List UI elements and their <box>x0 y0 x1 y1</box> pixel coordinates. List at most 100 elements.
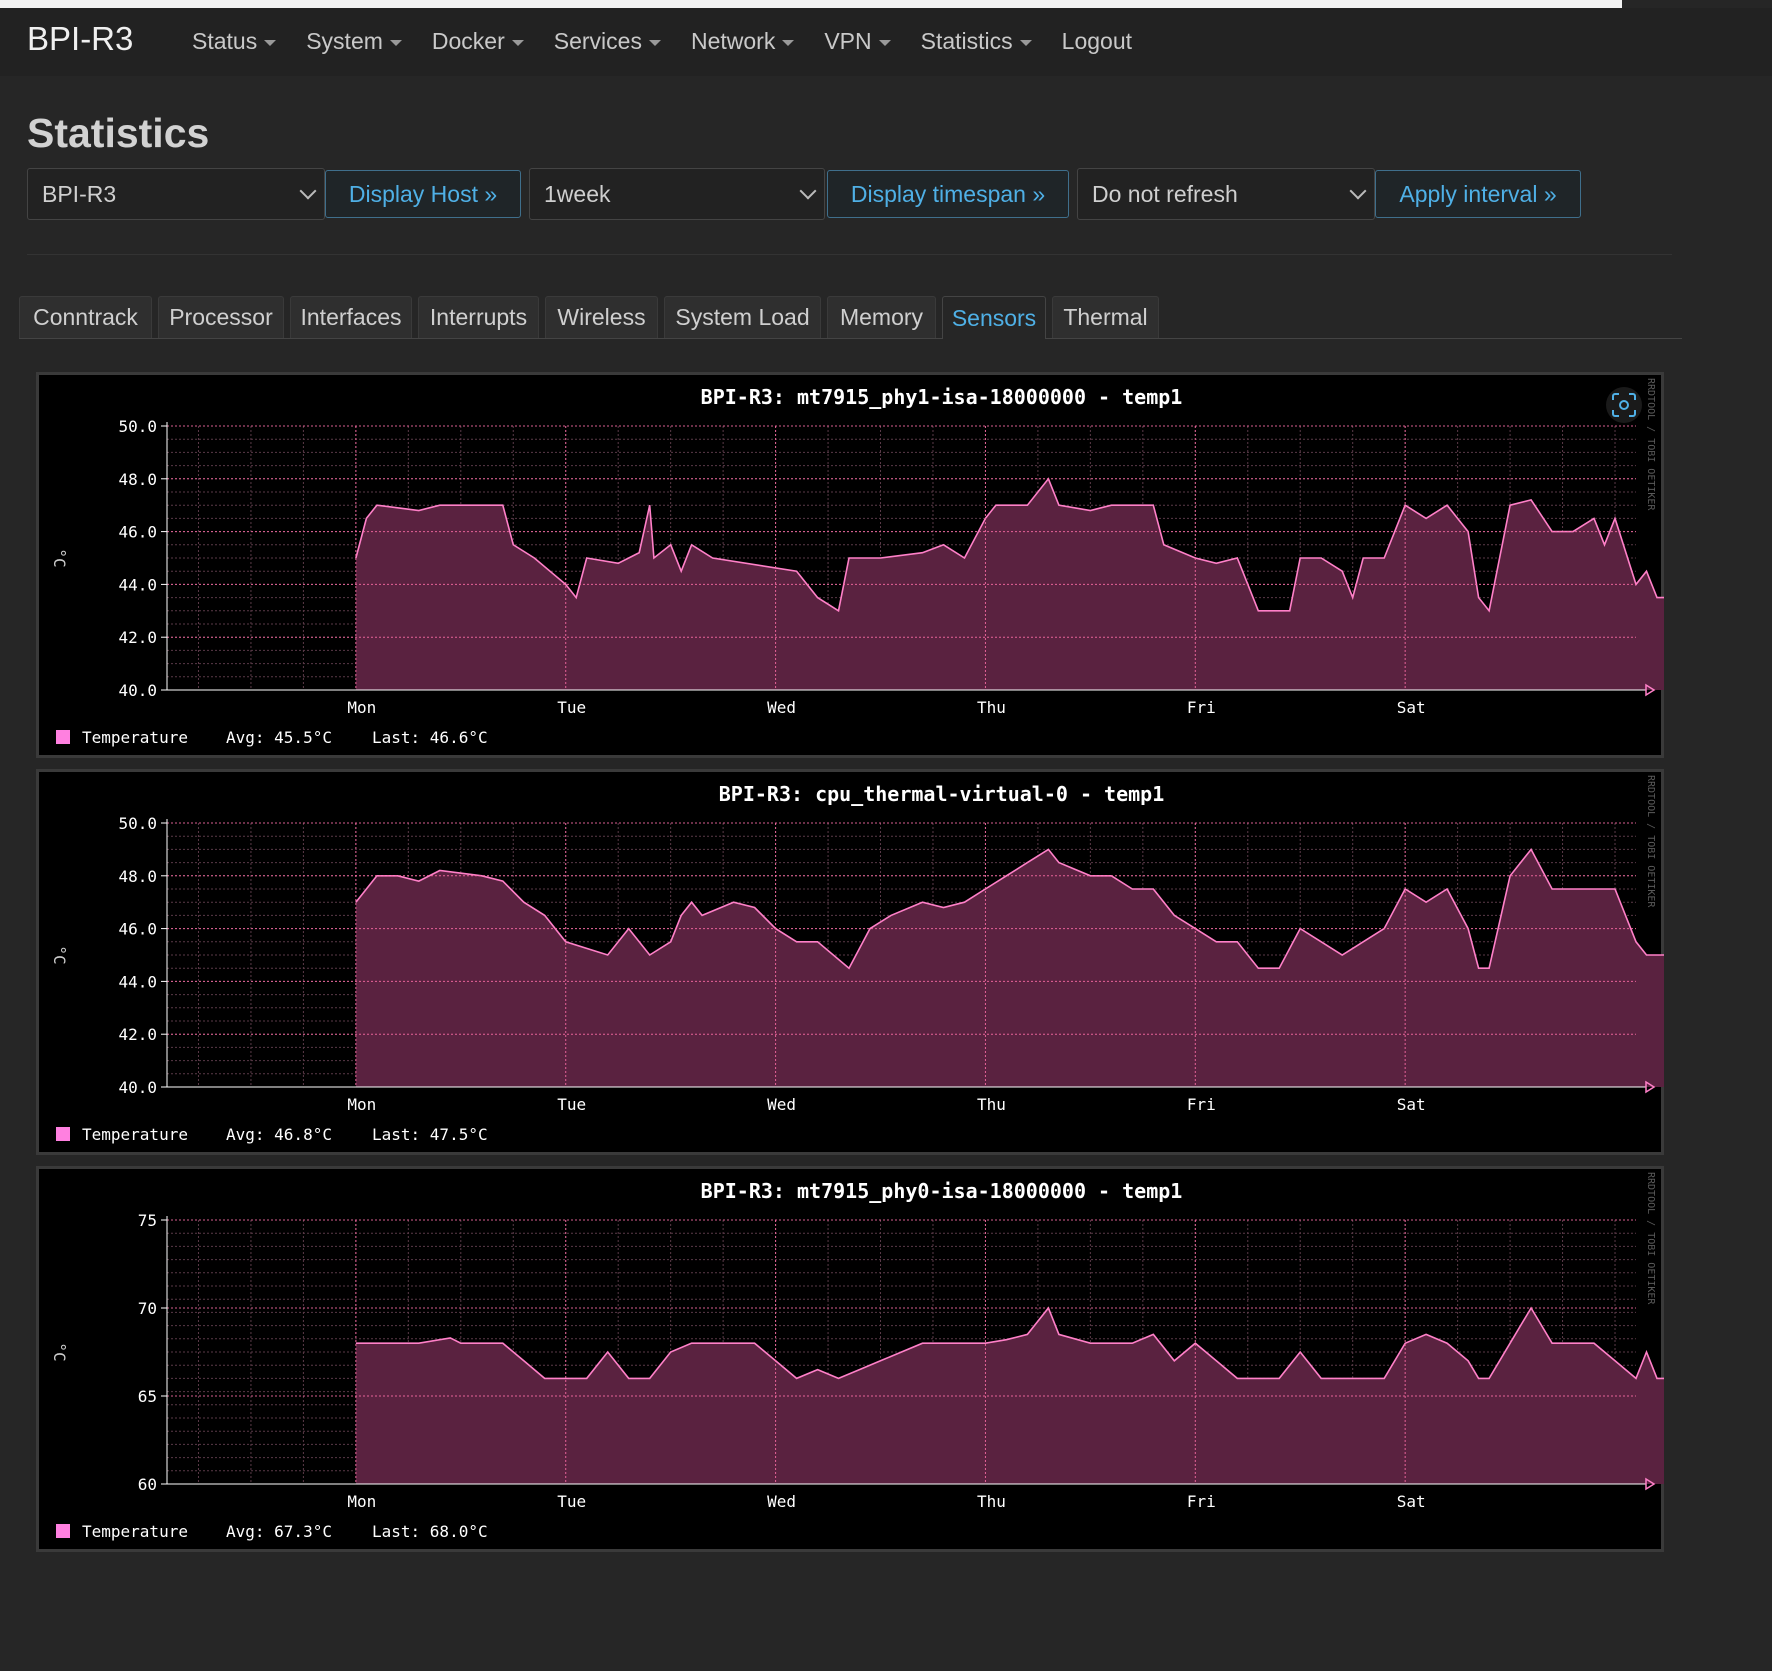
chevron-down-icon <box>799 182 817 200</box>
nav-label: Status <box>192 28 258 54</box>
x-tick-label: Sat <box>1397 698 1426 717</box>
caret-down-icon <box>264 40 277 46</box>
y-tick-label: 50.0 <box>118 814 157 833</box>
tab-sensors[interactable]: Sensors <box>942 296 1046 339</box>
nav-label: Statistics <box>920 28 1013 54</box>
legend-avg: Avg: 46.8°C <box>226 1125 332 1144</box>
caret-down-icon <box>782 40 795 46</box>
nav-vpn[interactable]: VPN <box>824 28 891 55</box>
legend-name: Temperature <box>82 728 188 747</box>
x-tick-label: Wed <box>767 1492 796 1511</box>
tab-memory[interactable]: Memory <box>827 296 936 338</box>
x-tick-label: Thu <box>977 1095 1006 1114</box>
legend-name: Temperature <box>82 1125 188 1144</box>
y-tick-label: 50.0 <box>118 417 157 436</box>
tab-wireless[interactable]: Wireless <box>545 296 658 338</box>
legend-swatch <box>56 1524 70 1538</box>
legend-name: Temperature <box>82 1522 188 1541</box>
host-select-value: BPI-R3 <box>42 180 117 207</box>
y-tick-label: 42.0 <box>118 628 157 647</box>
tab-thermal[interactable]: Thermal <box>1052 296 1159 338</box>
x-tick-label: Fri <box>1187 1492 1216 1511</box>
nav-label: VPN <box>824 28 872 54</box>
legend-swatch <box>56 1127 70 1141</box>
x-tick-label: Sat <box>1397 1095 1426 1114</box>
y-tick-label: 44.0 <box>118 972 157 991</box>
graph-mt7915-phy0: BPI-R3: mt7915_phy0-isa-18000000 - temp1… <box>36 1166 1664 1552</box>
host-select[interactable]: BPI-R3 <box>27 168 325 220</box>
x-tick-label: Mon <box>347 1492 376 1511</box>
x-tick-label: Fri <box>1187 698 1216 717</box>
x-tick-label: Mon <box>347 1095 376 1114</box>
sensor-graph-svg: BPI-R3: mt7915_phy0-isa-18000000 - temp1… <box>36 1166 1664 1552</box>
nav-docker[interactable]: Docker <box>432 28 524 55</box>
nav-statistics[interactable]: Statistics <box>921 28 1032 55</box>
rrdtool-credit: RRDTOOL / TOBI OETIKER <box>1645 775 1656 908</box>
x-tick-label: Wed <box>767 1095 796 1114</box>
nav-label: Docker <box>431 28 505 54</box>
caret-down-icon <box>1019 40 1032 46</box>
graph-title: BPI-R3: mt7915_phy0-isa-18000000 - temp1 <box>701 1179 1183 1203</box>
nav-system[interactable]: System <box>306 28 402 55</box>
tab-conntrack[interactable]: Conntrack <box>19 296 152 338</box>
legend-last: Last: 68.0°C <box>372 1522 488 1541</box>
caret-down-icon <box>878 40 891 46</box>
y-axis-label: °C <box>50 548 69 567</box>
nav-status[interactable]: Status <box>192 28 277 55</box>
nav-services[interactable]: Services <box>554 28 661 55</box>
y-tick-label: 46.0 <box>118 523 157 542</box>
nav-logout[interactable]: Logout <box>1062 28 1132 55</box>
y-tick-label: 60 <box>138 1475 157 1494</box>
legend-swatch <box>56 730 70 744</box>
tab-interfaces[interactable]: Interfaces <box>290 296 412 338</box>
tab-interrupts[interactable]: Interrupts <box>418 296 539 338</box>
legend-avg: Avg: 45.5°C <box>226 728 332 747</box>
y-tick-label: 42.0 <box>118 1025 157 1044</box>
y-axis-label: °C <box>50 945 69 964</box>
display-timespan-button[interactable]: Display timespan » <box>827 170 1069 218</box>
y-axis-label: °C <box>50 1342 69 1361</box>
graph-title: BPI-R3: mt7915_phy1-isa-18000000 - temp1 <box>701 385 1183 409</box>
x-tick-label: Mon <box>347 698 376 717</box>
brand-logo[interactable]: BPI-R3 <box>27 20 133 58</box>
legend-last: Last: 46.6°C <box>372 728 488 747</box>
display-host-button[interactable]: Display Host » <box>325 170 521 218</box>
chevron-down-icon <box>1349 182 1367 200</box>
page-title: Statistics <box>27 110 210 156</box>
tab-processor[interactable]: Processor <box>158 296 284 338</box>
caret-down-icon <box>389 40 402 46</box>
x-tick-label: Tue <box>557 1492 586 1511</box>
y-tick-label: 40.0 <box>118 1078 157 1097</box>
y-tick-label: 48.0 <box>118 867 157 886</box>
sensor-graph-svg: BPI-R3: cpu_thermal-virtual-0 - temp1 RRD… <box>36 769 1664 1155</box>
y-tick-label: 44.0 <box>118 575 157 594</box>
x-tick-label: Wed <box>767 698 796 717</box>
x-tick-label: Thu <box>977 698 1006 717</box>
nav-network[interactable]: Network <box>691 28 795 55</box>
y-tick-label: 46.0 <box>118 920 157 939</box>
top-strip <box>0 0 1772 8</box>
refresh-select[interactable]: Do not refresh <box>1077 168 1375 220</box>
screenshot-icon[interactable] <box>1606 387 1642 423</box>
chevron-down-icon <box>299 182 317 200</box>
graph-cpu-thermal: BPI-R3: cpu_thermal-virtual-0 - temp1 RRD… <box>36 769 1664 1155</box>
sensor-graph-svg: BPI-R3: mt7915_phy1-isa-18000000 - temp1… <box>36 372 1664 758</box>
nav-label: System <box>306 28 383 54</box>
legend-avg: Avg: 67.3°C <box>226 1522 332 1541</box>
top-strip-gap <box>1622 0 1772 8</box>
timespan-select-value: 1week <box>544 180 611 207</box>
tab-system-load[interactable]: System Load <box>664 296 821 338</box>
apply-interval-button[interactable]: Apply interval » <box>1375 170 1581 218</box>
x-tick-label: Thu <box>977 1492 1006 1511</box>
nav-label: Logout <box>1061 28 1133 54</box>
x-tick-label: Tue <box>557 698 586 717</box>
timespan-select[interactable]: 1week <box>529 168 825 220</box>
y-tick-label: 40.0 <box>118 681 157 700</box>
y-tick-label: 75 <box>138 1211 157 1230</box>
y-tick-label: 70 <box>138 1299 157 1318</box>
graph-mt7915-phy1: BPI-R3: mt7915_phy1-isa-18000000 - temp1… <box>36 372 1664 758</box>
x-tick-label: Tue <box>557 1095 586 1114</box>
y-tick-label: 48.0 <box>118 470 157 489</box>
nav-label: Services <box>553 28 642 54</box>
divider <box>27 254 1672 255</box>
